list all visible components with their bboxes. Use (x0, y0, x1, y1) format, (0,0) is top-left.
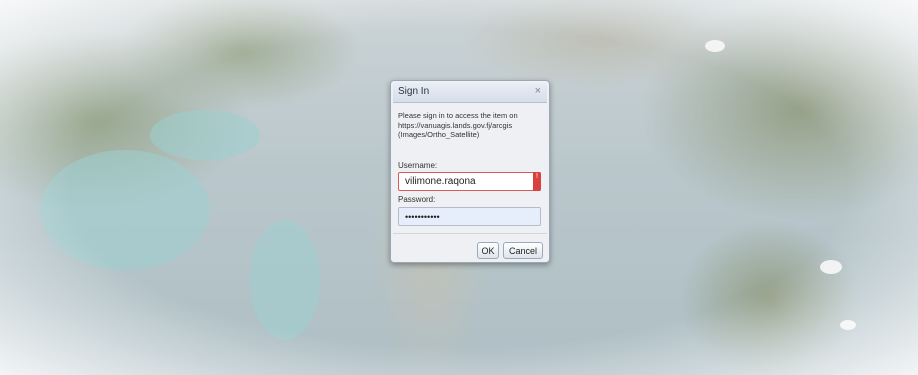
dialog-divider (393, 233, 547, 234)
message-item: (Images/Ortho_Satellite) (398, 130, 480, 139)
close-icon[interactable]: × (535, 85, 541, 97)
dialog-titlebar: Sign In × (393, 83, 547, 103)
warning-icon: ! (533, 172, 541, 191)
username-label: Username: (398, 161, 438, 170)
password-input[interactable] (398, 207, 541, 226)
dialog-title: Sign In (398, 86, 430, 97)
username-input[interactable] (398, 172, 541, 191)
message-url: https://vanuagis.lands.gov.fj/arcgis (398, 120, 513, 130)
ok-button[interactable]: OK (477, 242, 499, 259)
sign-in-dialog: Sign In × Please sign in to access the i… (390, 80, 550, 263)
cancel-button[interactable]: Cancel (503, 242, 543, 259)
password-label: Password: (398, 195, 436, 204)
message-line: Please sign in to access the item on (398, 111, 518, 120)
sign-in-message: Please sign in to access the item on htt… (398, 111, 546, 140)
